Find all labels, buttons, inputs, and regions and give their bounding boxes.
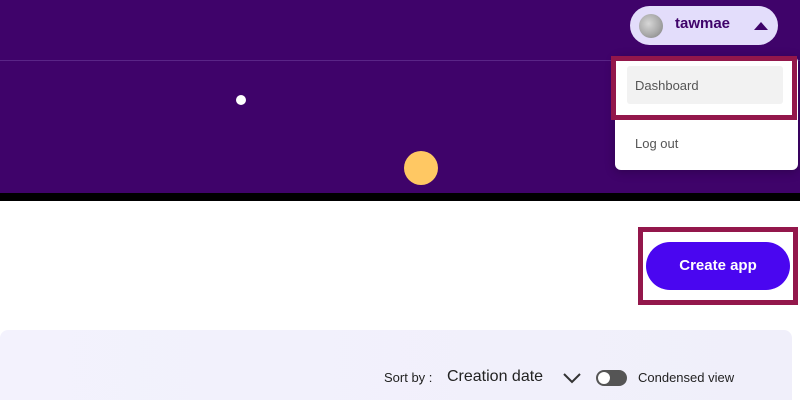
avatar [639, 14, 663, 38]
create-app-button[interactable]: Create app [646, 242, 790, 290]
menu-item-logout[interactable]: Log out [635, 136, 678, 151]
condensed-view-toggle[interactable] [596, 370, 627, 386]
condensed-view-label: Condensed view [638, 370, 735, 385]
header-bottom-bar [0, 193, 800, 201]
decorative-dot [236, 95, 246, 105]
sort-by-label: Sort by : [384, 370, 433, 385]
user-dropdown-menu: Dashboard Log out [615, 56, 798, 170]
chevron-down-icon[interactable] [562, 371, 582, 385]
caret-up-icon [754, 22, 768, 30]
apps-list-panel [0, 330, 792, 400]
menu-item-dashboard[interactable]: Dashboard [627, 66, 783, 104]
username: tawmae [675, 15, 731, 32]
decorative-ball [404, 151, 438, 185]
user-menu-button[interactable]: tawmae [630, 6, 778, 45]
toggle-knob [598, 372, 610, 384]
sort-select[interactable]: Creation date [447, 368, 543, 386]
